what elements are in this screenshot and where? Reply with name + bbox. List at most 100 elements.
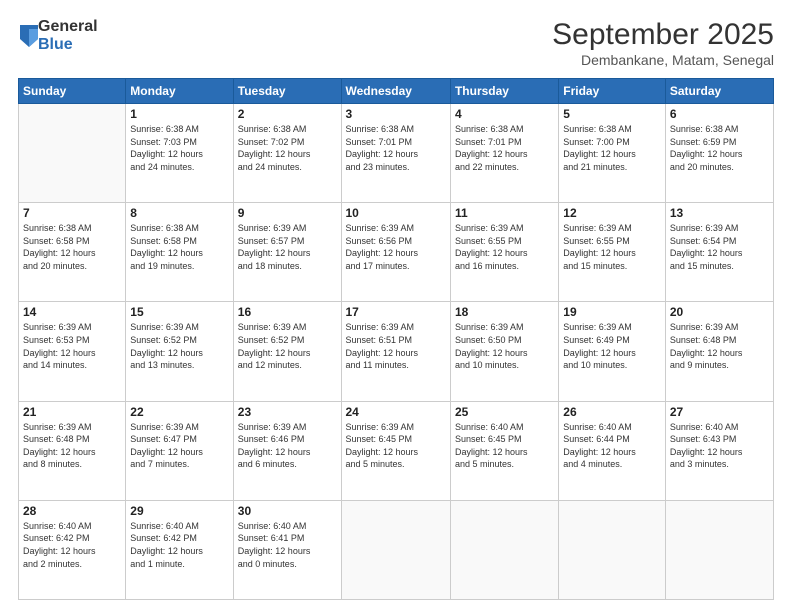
calendar-cell: 28Sunrise: 6:40 AM Sunset: 6:42 PM Dayli… bbox=[19, 500, 126, 599]
day-number: 11 bbox=[455, 206, 554, 220]
day-number: 30 bbox=[238, 504, 337, 518]
calendar-cell: 10 Sunrise: 6:39 AM Sunset: 6:56 PM Dayli… bbox=[341, 203, 450, 302]
month-title: September 2025 bbox=[552, 18, 774, 52]
calendar-cell: 25 Sunrise: 6:40 AM Sunset: 6:45 PM Dayli… bbox=[450, 401, 558, 500]
logo: General Blue bbox=[18, 18, 98, 53]
calendar-weekday-monday: Monday bbox=[126, 79, 233, 104]
day-number: 29 bbox=[130, 504, 228, 518]
calendar-cell: 5 Sunrise: 6:38 AM Sunset: 7:00 PM Daylig… bbox=[559, 104, 666, 203]
day-number: 10 bbox=[346, 206, 446, 220]
calendar-cell: 9 Sunrise: 6:39 AM Sunset: 6:57 PM Daylig… bbox=[233, 203, 341, 302]
day-number: 19 bbox=[563, 305, 661, 319]
header: General Blue September 2025 Dembankane, … bbox=[18, 18, 774, 68]
day-info: Sunrise: 6:39 AM Sunset: 6:54 PM Dayligh… bbox=[670, 222, 769, 272]
calendar-cell: 26Sunrise: 6:40 AM Sunset: 6:44 PM Dayli… bbox=[559, 401, 666, 500]
day-info: Sunrise: 6:40 AM Sunset: 6:42 PM Dayligh… bbox=[130, 520, 228, 570]
calendar-cell: 13 Sunrise: 6:39 AM Sunset: 6:54 PM Dayli… bbox=[665, 203, 773, 302]
day-info: Sunrise: 6:39 AM Sunset: 6:50 PM Dayligh… bbox=[455, 321, 554, 371]
calendar-header-row: SundayMondayTuesdayWednesdayThursdayFrid… bbox=[19, 79, 774, 104]
calendar-week-row: 28Sunrise: 6:40 AM Sunset: 6:42 PM Dayli… bbox=[19, 500, 774, 599]
calendar-weekday-saturday: Saturday bbox=[665, 79, 773, 104]
day-info: Sunrise: 6:39 AM Sunset: 6:52 PM Dayligh… bbox=[238, 321, 337, 371]
day-number: 14 bbox=[23, 305, 121, 319]
calendar-table: SundayMondayTuesdayWednesdayThursdayFrid… bbox=[18, 78, 774, 600]
day-info: Sunrise: 6:40 AM Sunset: 6:42 PM Dayligh… bbox=[23, 520, 121, 570]
calendar-week-row: 14 Sunrise: 6:39 AM Sunset: 6:53 PM Dayli… bbox=[19, 302, 774, 401]
day-number: 6 bbox=[670, 107, 769, 121]
calendar-weekday-tuesday: Tuesday bbox=[233, 79, 341, 104]
calendar-cell: 15 Sunrise: 6:39 AM Sunset: 6:52 PM Dayli… bbox=[126, 302, 233, 401]
calendar-cell: 21 Sunrise: 6:39 AM Sunset: 6:48 PM Dayli… bbox=[19, 401, 126, 500]
day-number: 4 bbox=[455, 107, 554, 121]
day-number: 9 bbox=[238, 206, 337, 220]
calendar-cell bbox=[450, 500, 558, 599]
calendar-week-row: 21 Sunrise: 6:39 AM Sunset: 6:48 PM Dayli… bbox=[19, 401, 774, 500]
location-subtitle: Dembankane, Matam, Senegal bbox=[552, 52, 774, 68]
day-info: Sunrise: 6:39 AM Sunset: 6:48 PM Dayligh… bbox=[23, 421, 121, 471]
day-number: 21 bbox=[23, 405, 121, 419]
day-number: 23 bbox=[238, 405, 337, 419]
day-number: 12 bbox=[563, 206, 661, 220]
calendar-cell: 27Sunrise: 6:40 AM Sunset: 6:43 PM Dayli… bbox=[665, 401, 773, 500]
logo-blue: Blue bbox=[38, 36, 98, 54]
calendar-cell: 7 Sunrise: 6:38 AM Sunset: 6:58 PM Daylig… bbox=[19, 203, 126, 302]
day-info: Sunrise: 6:39 AM Sunset: 6:55 PM Dayligh… bbox=[563, 222, 661, 272]
calendar-cell bbox=[341, 500, 450, 599]
calendar-cell: 14 Sunrise: 6:39 AM Sunset: 6:53 PM Dayli… bbox=[19, 302, 126, 401]
calendar-cell: 2Sunrise: 6:38 AM Sunset: 7:02 PM Daylig… bbox=[233, 104, 341, 203]
calendar-cell bbox=[19, 104, 126, 203]
calendar-cell: 23Sunrise: 6:39 AM Sunset: 6:46 PM Dayli… bbox=[233, 401, 341, 500]
day-info: Sunrise: 6:39 AM Sunset: 6:48 PM Dayligh… bbox=[670, 321, 769, 371]
day-info: Sunrise: 6:39 AM Sunset: 6:51 PM Dayligh… bbox=[346, 321, 446, 371]
day-number: 25 bbox=[455, 405, 554, 419]
day-info: Sunrise: 6:39 AM Sunset: 6:49 PM Dayligh… bbox=[563, 321, 661, 371]
calendar-cell bbox=[559, 500, 666, 599]
day-number: 15 bbox=[130, 305, 228, 319]
day-number: 26 bbox=[563, 405, 661, 419]
logo-general: General bbox=[38, 18, 98, 36]
calendar-week-row: 7 Sunrise: 6:38 AM Sunset: 6:58 PM Daylig… bbox=[19, 203, 774, 302]
day-info: Sunrise: 6:39 AM Sunset: 6:57 PM Dayligh… bbox=[238, 222, 337, 272]
calendar-cell: 8Sunrise: 6:38 AM Sunset: 6:58 PM Daylig… bbox=[126, 203, 233, 302]
day-info: Sunrise: 6:38 AM Sunset: 7:00 PM Dayligh… bbox=[563, 123, 661, 173]
calendar-cell: 30 Sunrise: 6:40 AM Sunset: 6:41 PM Dayli… bbox=[233, 500, 341, 599]
day-info: Sunrise: 6:39 AM Sunset: 6:45 PM Dayligh… bbox=[346, 421, 446, 471]
calendar-cell: 17 Sunrise: 6:39 AM Sunset: 6:51 PM Dayli… bbox=[341, 302, 450, 401]
calendar-cell: 6Sunrise: 6:38 AM Sunset: 6:59 PM Daylig… bbox=[665, 104, 773, 203]
day-number: 13 bbox=[670, 206, 769, 220]
day-number: 20 bbox=[670, 305, 769, 319]
day-number: 16 bbox=[238, 305, 337, 319]
day-info: Sunrise: 6:38 AM Sunset: 7:03 PM Dayligh… bbox=[130, 123, 228, 173]
day-number: 7 bbox=[23, 206, 121, 220]
calendar-cell: 18Sunrise: 6:39 AM Sunset: 6:50 PM Dayli… bbox=[450, 302, 558, 401]
day-info: Sunrise: 6:40 AM Sunset: 6:41 PM Dayligh… bbox=[238, 520, 337, 570]
day-info: Sunrise: 6:39 AM Sunset: 6:47 PM Dayligh… bbox=[130, 421, 228, 471]
page: General Blue September 2025 Dembankane, … bbox=[0, 0, 792, 612]
day-info: Sunrise: 6:38 AM Sunset: 7:01 PM Dayligh… bbox=[455, 123, 554, 173]
calendar-weekday-thursday: Thursday bbox=[450, 79, 558, 104]
day-info: Sunrise: 6:39 AM Sunset: 6:53 PM Dayligh… bbox=[23, 321, 121, 371]
calendar-cell: 24Sunrise: 6:39 AM Sunset: 6:45 PM Dayli… bbox=[341, 401, 450, 500]
day-info: Sunrise: 6:40 AM Sunset: 6:45 PM Dayligh… bbox=[455, 421, 554, 471]
title-block: September 2025 Dembankane, Matam, Senega… bbox=[552, 18, 774, 68]
day-number: 3 bbox=[346, 107, 446, 121]
day-info: Sunrise: 6:38 AM Sunset: 7:01 PM Dayligh… bbox=[346, 123, 446, 173]
day-info: Sunrise: 6:40 AM Sunset: 6:43 PM Dayligh… bbox=[670, 421, 769, 471]
calendar-weekday-wednesday: Wednesday bbox=[341, 79, 450, 104]
day-info: Sunrise: 6:39 AM Sunset: 6:56 PM Dayligh… bbox=[346, 222, 446, 272]
day-number: 5 bbox=[563, 107, 661, 121]
day-number: 17 bbox=[346, 305, 446, 319]
calendar-cell: 11 Sunrise: 6:39 AM Sunset: 6:55 PM Dayli… bbox=[450, 203, 558, 302]
calendar-weekday-friday: Friday bbox=[559, 79, 666, 104]
day-number: 22 bbox=[130, 405, 228, 419]
calendar-cell: 22 Sunrise: 6:39 AM Sunset: 6:47 PM Dayli… bbox=[126, 401, 233, 500]
day-info: Sunrise: 6:38 AM Sunset: 6:58 PM Dayligh… bbox=[130, 222, 228, 272]
calendar-cell: 19 Sunrise: 6:39 AM Sunset: 6:49 PM Dayli… bbox=[559, 302, 666, 401]
day-info: Sunrise: 6:38 AM Sunset: 7:02 PM Dayligh… bbox=[238, 123, 337, 173]
day-info: Sunrise: 6:39 AM Sunset: 6:52 PM Dayligh… bbox=[130, 321, 228, 371]
day-info: Sunrise: 6:39 AM Sunset: 6:55 PM Dayligh… bbox=[455, 222, 554, 272]
calendar-cell bbox=[665, 500, 773, 599]
day-info: Sunrise: 6:38 AM Sunset: 6:58 PM Dayligh… bbox=[23, 222, 121, 272]
calendar-week-row: 1Sunrise: 6:38 AM Sunset: 7:03 PM Daylig… bbox=[19, 104, 774, 203]
calendar-cell: 16 Sunrise: 6:39 AM Sunset: 6:52 PM Dayli… bbox=[233, 302, 341, 401]
